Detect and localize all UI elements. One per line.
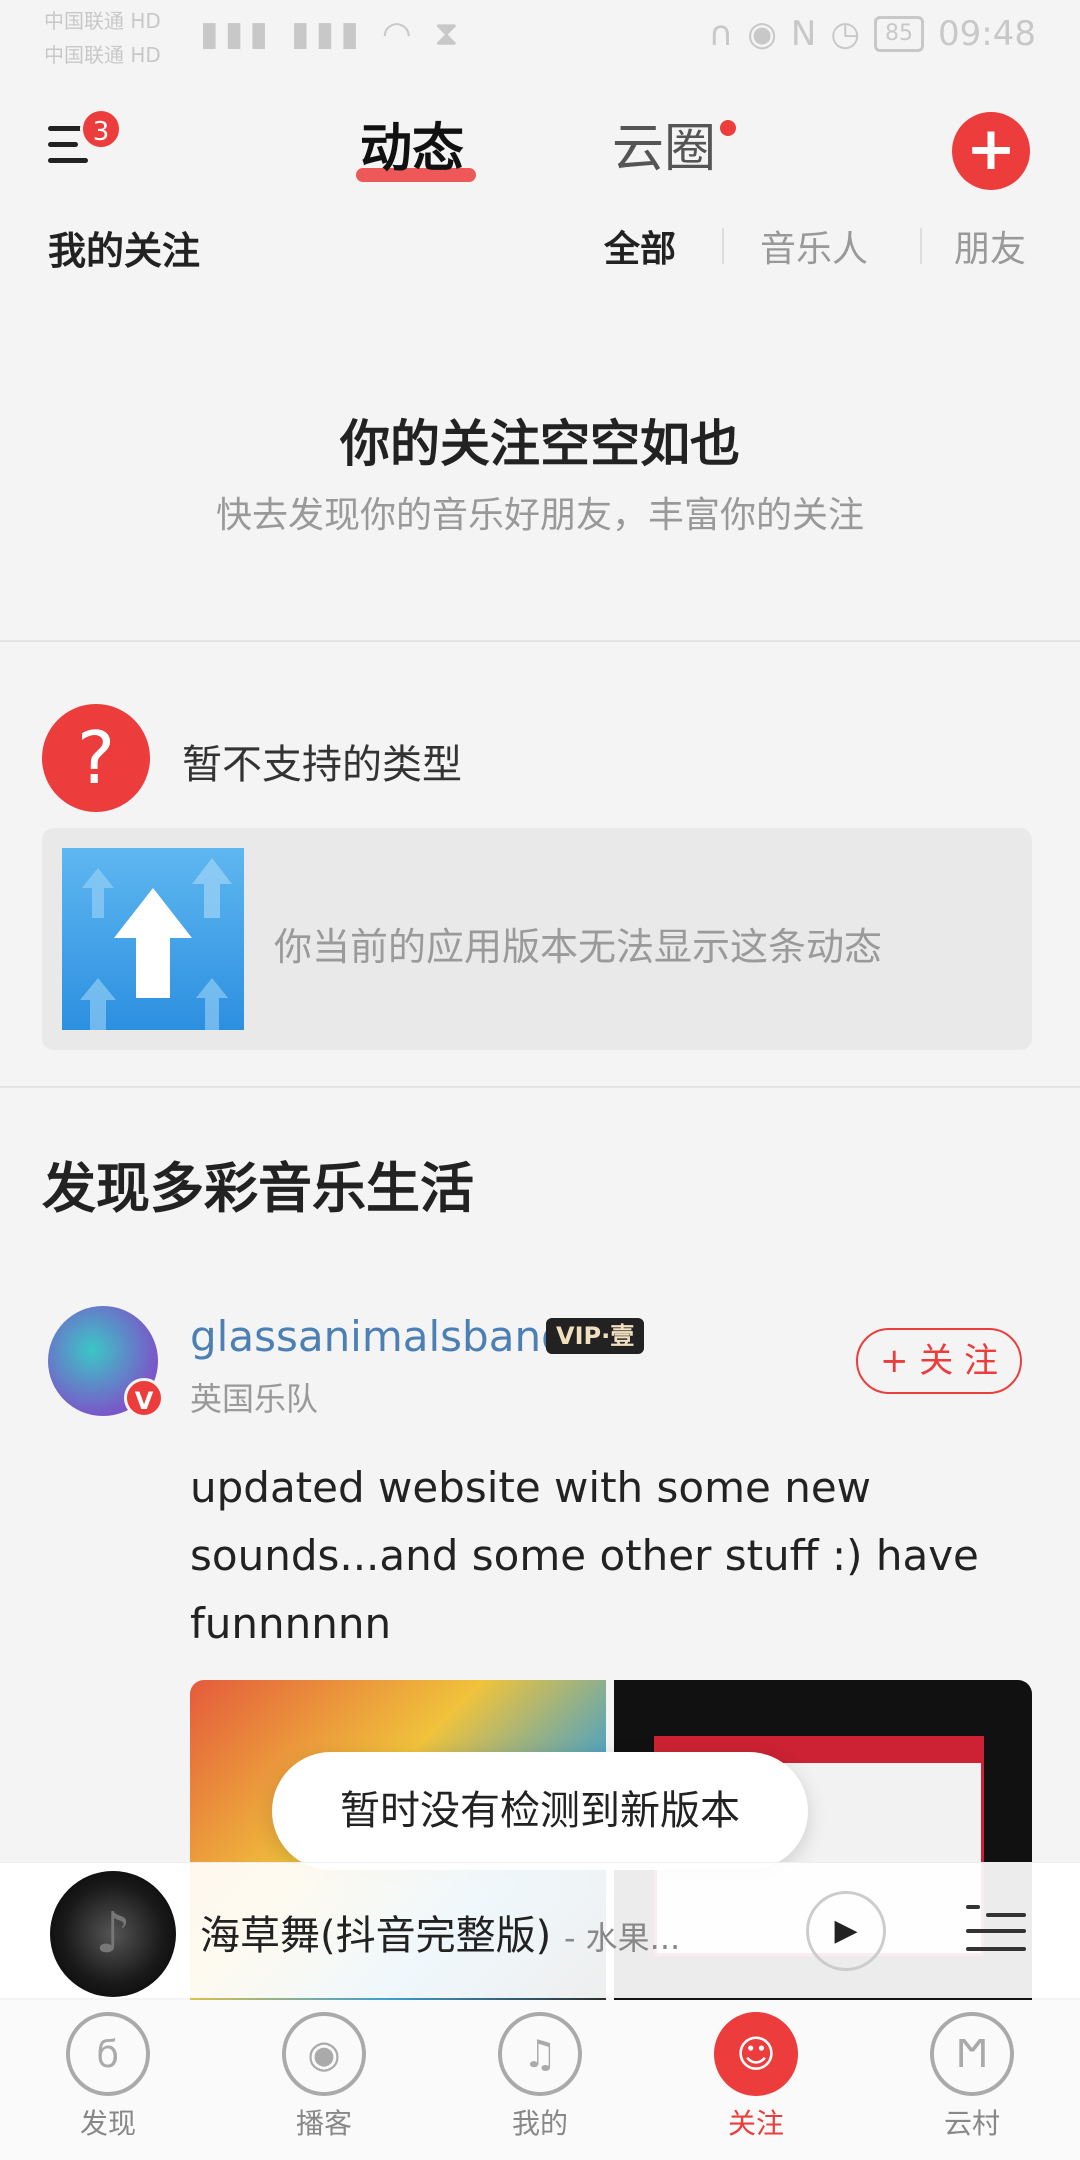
alarm-icon: ◷: [830, 14, 861, 54]
unsupported-card[interactable]: 你当前的应用版本无法显示这条动态: [42, 828, 1032, 1050]
verified-badge-icon: V: [124, 1378, 164, 1418]
tab-dongtai[interactable]: 动态: [360, 114, 464, 184]
nav-cloud-village[interactable]: Ϻ 云村: [902, 2012, 1042, 2142]
headphone-icon: ∩: [708, 14, 734, 54]
update-arrow-icon: [62, 848, 244, 1030]
question-icon: ?: [42, 704, 150, 812]
status-right: ∩ ◉ Ν ◷ 85 09:48: [708, 14, 1036, 54]
song-info[interactable]: 海草舞(抖音完整版) - 水果...: [200, 1903, 680, 1961]
song-title: 海草舞(抖音完整版): [200, 1913, 552, 1959]
bottom-nav: ϭ 发现 ◉ 播客 ♫ 我的 ☺ 关注 Ϻ 云村: [0, 2000, 1080, 2160]
section-divider: [0, 1086, 1080, 1088]
eye-icon: ◉: [747, 14, 777, 54]
menu-icon-bar: [48, 158, 88, 163]
unsupported-title: 暂不支持的类型: [182, 742, 462, 788]
username[interactable]: glassanimalsband: [190, 1312, 568, 1361]
post-text[interactable]: updated website with some new sounds...a…: [190, 1454, 1020, 1658]
menu-icon-bar: [48, 142, 78, 147]
empty-subtitle: 快去发现你的音乐好朋友，丰富你的关注: [215, 495, 864, 536]
album-disc-icon[interactable]: ♪: [50, 1871, 176, 1997]
user-description: 英国乐队: [190, 1380, 319, 1418]
discover-title: 发现多彩音乐生活: [42, 1157, 474, 1220]
cloud-village-icon: Ϻ: [930, 2012, 1014, 2096]
playlist-icon-bar: [966, 1929, 1026, 1933]
tab-yunquan[interactable]: 云圈: [612, 114, 716, 184]
play-icon: ▶: [834, 1913, 858, 1948]
header: 3 动态 云圈 +: [0, 100, 1080, 210]
play-button[interactable]: ▶: [806, 1891, 886, 1971]
podcast-icon: ◉: [282, 2012, 366, 2096]
nav-mine[interactable]: ♫ 我的: [470, 2012, 610, 2142]
carrier-label: 中国联通 HD: [44, 9, 161, 33]
my-follow-label[interactable]: 我的关注: [48, 220, 200, 275]
filter-all[interactable]: 全部: [604, 220, 676, 272]
notification-dot: [720, 120, 736, 136]
playlist-icon-bar: [986, 1913, 1026, 1917]
song-artist: - 水果...: [563, 1919, 681, 1957]
menu-icon: [48, 126, 82, 131]
nav-discover[interactable]: ϭ 发现: [38, 2012, 178, 2142]
divider: [722, 228, 724, 264]
menu-button[interactable]: 3: [48, 108, 122, 182]
vip-badge: VIP·壹: [546, 1318, 645, 1354]
nav-label: 关注: [727, 2107, 784, 2140]
nav-label: 发现: [79, 2107, 136, 2140]
mini-player[interactable]: ♪ 海草舞(抖音完整版) - 水果... ▶: [0, 1862, 1080, 1998]
nav-follow[interactable]: ☺ 关注: [686, 2012, 826, 2142]
filter-musician[interactable]: 音乐人: [760, 220, 868, 272]
nav-label: 播客: [295, 2107, 352, 2140]
nav-label: 我的: [511, 2107, 568, 2140]
filter-friend[interactable]: 朋友: [954, 220, 1026, 272]
follow-button[interactable]: + 关 注: [856, 1328, 1022, 1394]
battery-icon: 85: [874, 16, 925, 52]
subnav: 我的关注 全部 音乐人 朋友: [0, 216, 1080, 276]
screen: 中国联通 HD 中国联通 HD ▮▮▮ ▮▮▮ ◠ ⧗ ∩ ◉ Ν ◷ 85 0…: [0, 0, 1080, 2160]
music-note-icon: ♫: [498, 2012, 582, 2096]
playlist-icon-bar: [966, 1947, 1026, 1951]
unsupported-message: 你当前的应用版本无法显示这条动态: [274, 925, 883, 969]
carrier-label-2: 中国联通 HD: [44, 43, 161, 67]
add-button[interactable]: +: [952, 112, 1030, 190]
clock: 09:48: [938, 14, 1036, 54]
status-bar: 中国联通 HD 中国联通 HD ▮▮▮ ▮▮▮ ◠ ⧗ ∩ ◉ Ν ◷ 85 0…: [0, 0, 1080, 72]
playlist-icon[interactable]: [966, 1901, 1026, 1957]
nav-label: 云村: [943, 2107, 1000, 2140]
section-divider: [0, 640, 1080, 642]
plus-icon: +: [965, 114, 1017, 184]
empty-title: 你的关注空空如也: [340, 415, 740, 473]
follow-icon: ☺: [714, 2012, 798, 2096]
playlist-icon-bar: [966, 1905, 980, 1909]
divider: [920, 228, 922, 264]
nav-podcast[interactable]: ◉ 播客: [254, 2012, 394, 2142]
toast-message: 暂时没有检测到新版本: [272, 1752, 808, 1870]
discover-icon: ϭ: [66, 2012, 150, 2096]
signal-icon: ▮▮▮ ▮▮▮ ◠ ⧗: [200, 14, 465, 54]
menu-badge: 3: [80, 108, 122, 150]
nfc-icon: Ν: [790, 14, 817, 54]
